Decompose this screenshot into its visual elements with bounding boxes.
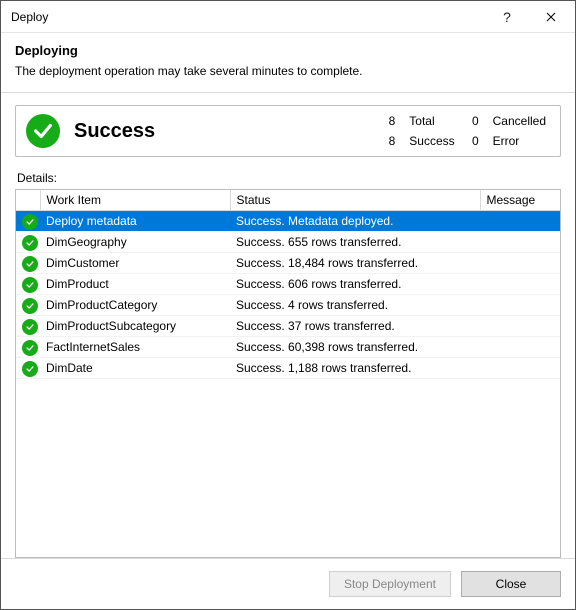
- table-row[interactable]: DimProductCategorySuccess. 4 rows transf…: [16, 295, 560, 316]
- check-icon: [22, 340, 38, 356]
- stat-success-n: 8: [385, 134, 395, 148]
- close-button[interactable]: Close: [461, 571, 561, 597]
- table-row[interactable]: FactInternetSalesSuccess. 60,398 rows tr…: [16, 337, 560, 358]
- summary-status-word: Success: [74, 120, 371, 143]
- stat-success-label: Success: [409, 134, 454, 148]
- row-message: [480, 274, 560, 295]
- summary-box: Success 8 Total 0 Cancelled 8 Success 0 …: [15, 105, 561, 157]
- content-area: Success 8 Total 0 Cancelled 8 Success 0 …: [1, 93, 575, 558]
- row-status-icon: [16, 232, 40, 253]
- check-icon: [22, 277, 38, 293]
- row-status-icon: [16, 211, 40, 232]
- dialog-footer: Stop Deployment Close: [1, 558, 575, 609]
- row-status-icon: [16, 337, 40, 358]
- row-work-item: FactInternetSales: [40, 337, 230, 358]
- row-work-item: DimGeography: [40, 232, 230, 253]
- help-button[interactable]: ?: [485, 2, 529, 32]
- stat-total-n: 8: [385, 114, 395, 128]
- table-header-row: Work Item Status Message: [16, 190, 560, 211]
- row-work-item: DimDate: [40, 358, 230, 379]
- row-status: Success. 18,484 rows transferred.: [230, 253, 480, 274]
- col-work-item[interactable]: Work Item: [40, 190, 230, 211]
- row-message: [480, 358, 560, 379]
- stat-cancelled-label: Cancelled: [493, 114, 546, 128]
- col-status[interactable]: Status: [230, 190, 480, 211]
- summary-stats: 8 Total 0 Cancelled 8 Success 0 Error: [385, 114, 546, 148]
- row-status-icon: [16, 295, 40, 316]
- close-window-button[interactable]: [529, 2, 573, 32]
- check-icon: [22, 256, 38, 272]
- row-work-item: DimProduct: [40, 274, 230, 295]
- table-row[interactable]: DimGeographySuccess. 655 rows transferre…: [16, 232, 560, 253]
- row-status-icon: [16, 316, 40, 337]
- row-status-icon: [16, 358, 40, 379]
- deploy-dialog: Deploy ? Deploying The deployment operat…: [0, 0, 576, 610]
- row-message: [480, 232, 560, 253]
- check-icon: [22, 214, 38, 230]
- stat-total-label: Total: [409, 114, 454, 128]
- row-message: [480, 295, 560, 316]
- row-message: [480, 253, 560, 274]
- col-message[interactable]: Message: [480, 190, 560, 211]
- check-icon: [22, 361, 38, 377]
- details-label: Details:: [17, 171, 559, 185]
- success-icon: [26, 114, 60, 148]
- row-status: Success. 4 rows transferred.: [230, 295, 480, 316]
- header-heading: Deploying: [15, 43, 561, 58]
- table-row[interactable]: DimCustomerSuccess. 18,484 rows transfer…: [16, 253, 560, 274]
- stat-error-n: 0: [469, 134, 479, 148]
- row-work-item: DimProductCategory: [40, 295, 230, 316]
- row-status-icon: [16, 274, 40, 295]
- row-message: [480, 211, 560, 232]
- table-row[interactable]: DimProductSuccess. 606 rows transferred.: [16, 274, 560, 295]
- row-status: Success. 1,188 rows transferred.: [230, 358, 480, 379]
- row-status: Success. Metadata deployed.: [230, 211, 480, 232]
- row-message: [480, 316, 560, 337]
- row-work-item: Deploy metadata: [40, 211, 230, 232]
- header-subtext: The deployment operation may take severa…: [15, 64, 561, 78]
- row-status: Success. 37 rows transferred.: [230, 316, 480, 337]
- header-block: Deploying The deployment operation may t…: [1, 33, 575, 93]
- stop-deployment-button: Stop Deployment: [329, 571, 451, 597]
- check-icon: [22, 235, 38, 251]
- col-icon[interactable]: [16, 190, 40, 211]
- stat-cancelled-n: 0: [469, 114, 479, 128]
- table-row[interactable]: Deploy metadataSuccess. Metadata deploye…: [16, 211, 560, 232]
- check-icon: [22, 319, 38, 335]
- row-status: Success. 606 rows transferred.: [230, 274, 480, 295]
- details-table: Work Item Status Message Deploy metadata…: [16, 190, 560, 379]
- row-message: [480, 337, 560, 358]
- check-icon: [22, 298, 38, 314]
- titlebar: Deploy ?: [1, 1, 575, 33]
- row-status: Success. 60,398 rows transferred.: [230, 337, 480, 358]
- table-row[interactable]: DimProductSubcategorySuccess. 37 rows tr…: [16, 316, 560, 337]
- row-work-item: DimCustomer: [40, 253, 230, 274]
- row-work-item: DimProductSubcategory: [40, 316, 230, 337]
- details-table-wrap: Work Item Status Message Deploy metadata…: [15, 189, 561, 558]
- window-title: Deploy: [11, 10, 485, 24]
- table-row[interactable]: DimDateSuccess. 1,188 rows transferred.: [16, 358, 560, 379]
- row-status-icon: [16, 253, 40, 274]
- row-status: Success. 655 rows transferred.: [230, 232, 480, 253]
- stat-error-label: Error: [493, 134, 546, 148]
